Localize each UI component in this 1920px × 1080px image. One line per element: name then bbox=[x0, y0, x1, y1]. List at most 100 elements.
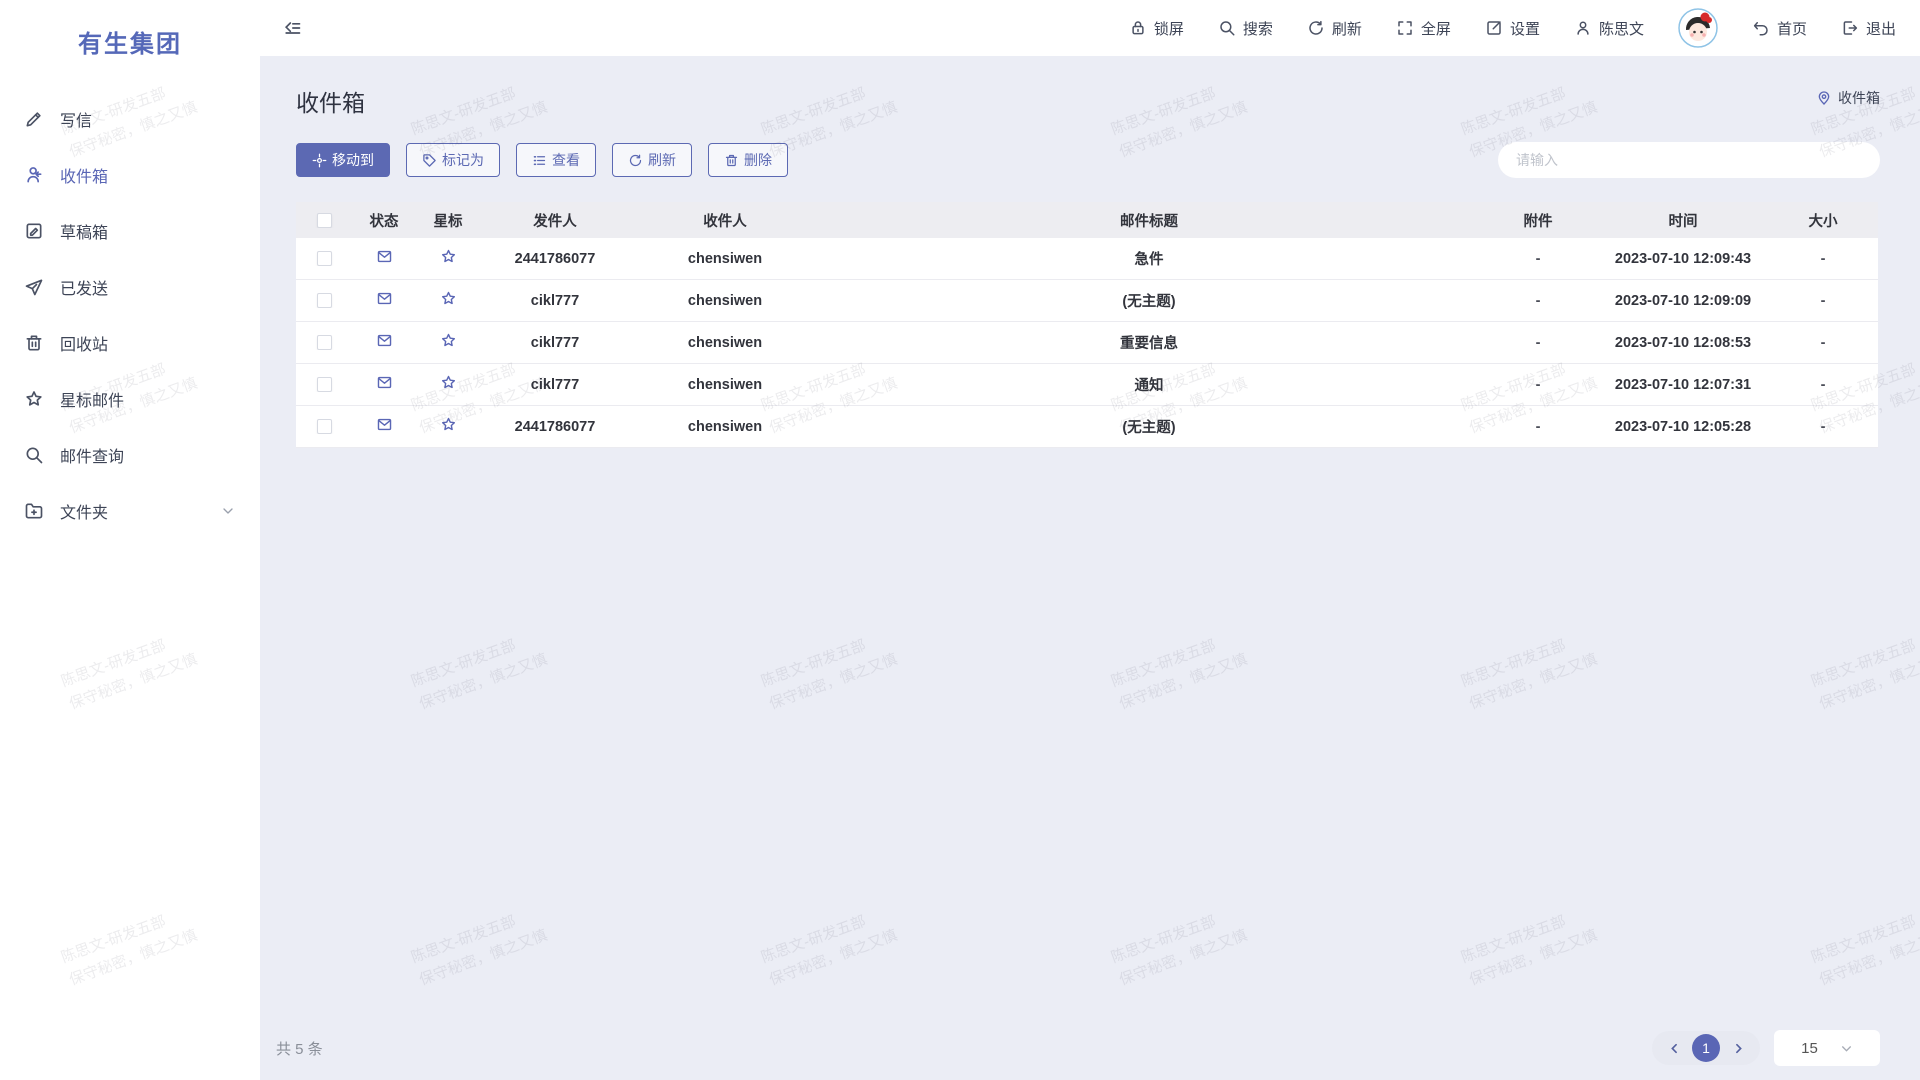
toolbar-button-3[interactable]: 查看 bbox=[516, 143, 596, 177]
subject-cell: 重要信息 bbox=[820, 332, 1478, 353]
size-cell: - bbox=[1768, 293, 1878, 309]
unread-mail-icon[interactable] bbox=[376, 290, 393, 307]
page-size-value: 15 bbox=[1801, 1040, 1818, 1057]
toolbar-button-label: 删除 bbox=[744, 150, 772, 170]
row-checkbox[interactable] bbox=[317, 377, 332, 392]
mail-row-2[interactable]: cikl777chensiwen(无主题)-2023-07-10 12:09:0… bbox=[296, 280, 1878, 322]
collapse-sidebar-icon[interactable] bbox=[282, 18, 302, 38]
undo-icon bbox=[1752, 19, 1770, 37]
topbar-item-3-label: 刷新 bbox=[1332, 18, 1362, 39]
topbar-exit[interactable]: 退出 bbox=[1841, 18, 1896, 39]
row-checkbox[interactable] bbox=[317, 419, 332, 434]
unread-mail-icon[interactable] bbox=[376, 248, 393, 265]
mail-row-1[interactable]: 2441786077chensiwen急件-2023-07-10 12:09:4… bbox=[296, 238, 1878, 280]
sidebar-item-label: 文件夹 bbox=[60, 499, 108, 523]
sidebar-item-3[interactable]: 草稿箱 bbox=[0, 203, 260, 259]
star-toggle-icon[interactable] bbox=[440, 374, 457, 391]
prev-page-icon[interactable] bbox=[1662, 1036, 1686, 1060]
unread-mail-icon[interactable] bbox=[376, 416, 393, 433]
mail-row-3[interactable]: cikl777chensiwen重要信息-2023-07-10 12:08:53… bbox=[296, 322, 1878, 364]
topbar-item-1[interactable]: 锁屏 bbox=[1129, 18, 1184, 39]
page-number-1[interactable]: 1 bbox=[1692, 1034, 1720, 1062]
star-toggle-icon[interactable] bbox=[440, 248, 457, 265]
unread-mail-icon[interactable] bbox=[376, 374, 393, 391]
sender-cell: cikl777 bbox=[480, 335, 630, 351]
star-cell bbox=[416, 248, 480, 269]
search-input[interactable] bbox=[1516, 152, 1862, 168]
refresh-icon bbox=[628, 153, 643, 168]
logout-icon bbox=[1841, 19, 1859, 37]
sidebar-item-1[interactable]: 写信 bbox=[0, 91, 260, 147]
star-cell bbox=[416, 290, 480, 311]
topbar-item-2[interactable]: 搜索 bbox=[1218, 18, 1273, 39]
next-page-icon[interactable] bbox=[1726, 1036, 1750, 1060]
row-checkbox[interactable] bbox=[317, 335, 332, 350]
user-avatar[interactable] bbox=[1678, 8, 1718, 48]
sidebar-item-label: 草稿箱 bbox=[60, 219, 108, 243]
lock-icon bbox=[1129, 19, 1147, 37]
time-cell: 2023-07-10 12:05:28 bbox=[1598, 419, 1768, 435]
row-checkbox[interactable] bbox=[317, 293, 332, 308]
subject-cell: (无主题) bbox=[820, 416, 1478, 437]
column-header-6: 邮件标题 bbox=[820, 210, 1478, 231]
toolbar-button-5[interactable]: 删除 bbox=[708, 143, 788, 177]
topbar-exit-label: 退出 bbox=[1866, 18, 1896, 39]
toolbar-button-4[interactable]: 刷新 bbox=[612, 143, 692, 177]
sidebar-item-7[interactable]: 邮件查询 bbox=[0, 427, 260, 483]
table-header: 状态星标发件人收件人邮件标题附件时间大小 bbox=[296, 202, 1878, 238]
attachment-cell: - bbox=[1478, 377, 1598, 393]
column-header-3: 星标 bbox=[416, 210, 480, 231]
page-size-select[interactable]: 15 bbox=[1774, 1030, 1880, 1066]
topbar-item-5[interactable]: 设置 bbox=[1485, 18, 1540, 39]
topbar-item-4[interactable]: 全屏 bbox=[1396, 18, 1451, 39]
sidebar-item-5[interactable]: 回收站 bbox=[0, 315, 260, 371]
chevron-down-icon bbox=[1840, 1042, 1853, 1055]
folder-plus-icon bbox=[24, 501, 44, 521]
sidebar-item-label: 已发送 bbox=[60, 275, 108, 299]
column-header-1 bbox=[296, 213, 352, 228]
topbar-actions: 锁屏 搜索 刷新 全屏 设置 陈思文 首页 退出 bbox=[1129, 8, 1896, 48]
select-all-checkbox[interactable] bbox=[317, 213, 332, 228]
sidebar-item-label: 星标邮件 bbox=[60, 387, 124, 411]
column-header-4: 发件人 bbox=[480, 210, 630, 231]
total-count: 共 5 条 bbox=[276, 1038, 323, 1059]
toolbar: 移动到 标记为 查看刷新 删除 bbox=[296, 142, 1880, 178]
app-logo: 有生集团 bbox=[0, 0, 260, 69]
sidebar-item-6[interactable]: 星标邮件 bbox=[0, 371, 260, 427]
mail-table: 状态星标发件人收件人邮件标题附件时间大小 2441786077chensiwen… bbox=[296, 202, 1878, 448]
refresh-icon bbox=[1307, 19, 1325, 37]
sender-cell: cikl777 bbox=[480, 293, 630, 309]
sidebar-item-label: 邮件查询 bbox=[60, 443, 124, 467]
checkbox-cell bbox=[296, 377, 352, 392]
topbar-item-4-label: 全屏 bbox=[1421, 18, 1451, 39]
send-icon bbox=[24, 277, 44, 297]
topbar-item-6[interactable]: 陈思文 bbox=[1574, 18, 1644, 39]
toolbar-button-2[interactable]: 标记为 bbox=[406, 143, 500, 177]
topbar-home[interactable]: 首页 bbox=[1752, 18, 1807, 39]
mail-row-5[interactable]: 2441786077chensiwen(无主题)-2023-07-10 12:0… bbox=[296, 406, 1878, 448]
sidebar-item-4[interactable]: 已发送 bbox=[0, 259, 260, 315]
topbar-item-3[interactable]: 刷新 bbox=[1307, 18, 1362, 39]
toolbar-button-label: 标记为 bbox=[442, 150, 484, 170]
status-cell bbox=[352, 248, 416, 269]
checkbox-cell bbox=[296, 419, 352, 434]
list-footer: 共 5 条 1 15 bbox=[276, 1030, 1880, 1066]
status-cell bbox=[352, 290, 416, 311]
pagination: 1 15 bbox=[1652, 1030, 1880, 1066]
mail-row-4[interactable]: cikl777chensiwen通知-2023-07-10 12:07:31- bbox=[296, 364, 1878, 406]
row-checkbox[interactable] bbox=[317, 251, 332, 266]
star-toggle-icon[interactable] bbox=[440, 290, 457, 307]
star-toggle-icon[interactable] bbox=[440, 332, 457, 349]
sidebar-item-label: 回收站 bbox=[60, 331, 108, 355]
unread-mail-icon[interactable] bbox=[376, 332, 393, 349]
toolbar-button-1[interactable]: 移动到 bbox=[296, 143, 390, 177]
recipient-cell: chensiwen bbox=[630, 293, 820, 309]
sidebar-item-2[interactable]: 收件箱 bbox=[0, 147, 260, 203]
sidebar-item-8[interactable]: 文件夹 bbox=[0, 483, 260, 539]
star-toggle-icon[interactable] bbox=[440, 416, 457, 433]
recipient-cell: chensiwen bbox=[630, 419, 820, 435]
column-header-8: 时间 bbox=[1598, 210, 1768, 231]
subject-cell: 急件 bbox=[820, 248, 1478, 269]
breadcrumb[interactable]: 收件箱 bbox=[1816, 88, 1880, 108]
checkbox-cell bbox=[296, 251, 352, 266]
